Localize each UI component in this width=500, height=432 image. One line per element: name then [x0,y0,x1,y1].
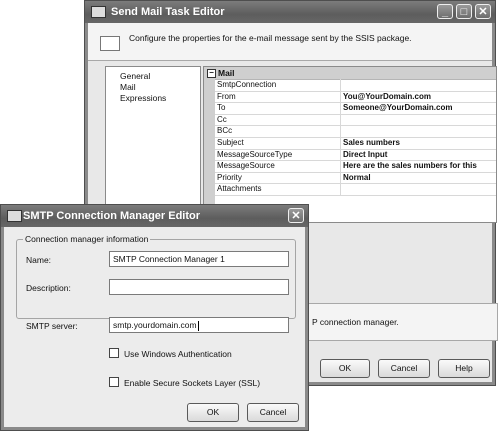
property-name: Priority [217,172,242,182]
collapse-icon[interactable]: − [207,69,216,78]
property-value[interactable]: Direct Input [343,150,387,159]
smtp-server-value: smtp.yourdomain.com [113,320,197,330]
help-button[interactable]: Help [438,359,490,378]
nav-item-general[interactable]: General [120,71,150,81]
property-name: SmtpConnection [217,80,277,89]
name-label: Name: [26,255,52,265]
group-label: Connection manager information [23,234,151,244]
title-bar[interactable]: SMTP Connection Manager Editor ✕ [1,205,308,227]
property-value[interactable]: Sales numbers [343,138,400,147]
name-field[interactable]: SMTP Connection Manager 1 [109,251,289,267]
property-name: To [217,103,226,113]
title-bar[interactable]: Send Mail Task Editor _ □ ✕ [85,1,495,23]
nav-item-mail[interactable]: Mail [120,82,136,92]
description-label: Description: [26,283,71,293]
window-title: Send Mail Task Editor [111,6,225,18]
property-name: Attachments [217,184,262,194]
property-name: Subject [217,138,244,147]
category-label: Mail [218,68,235,78]
nav-item-expressions[interactable]: Expressions [120,93,166,103]
property-description-text: P connection manager. [312,317,399,327]
ok-button[interactable]: OK [187,403,239,422]
ok-button[interactable]: OK [320,359,370,378]
ssl-label[interactable]: Enable Secure Sockets Layer (SSL) [124,378,260,388]
grid-gutter [204,79,215,222]
smtp-server-field[interactable]: smtp.yourdomain.com [109,317,289,333]
property-value[interactable]: Someone@YourDomain.com [343,103,452,112]
text-cursor [197,320,199,331]
ssl-checkbox[interactable] [109,377,119,387]
window-icon [91,6,106,18]
windows-auth-checkbox[interactable] [109,348,119,358]
property-value[interactable]: You@YourDomain.com [343,92,431,101]
property-grid: − Mail SmtpConnection From You@YourDomai… [203,66,497,223]
cancel-button[interactable]: Cancel [378,359,430,378]
property-name: BCc [217,126,233,136]
window-title: SMTP Connection Manager Editor [23,210,201,222]
mail-task-icon [100,36,120,51]
property-value[interactable]: Normal [343,173,371,182]
property-name: Cc [217,114,227,124]
property-name: From [217,91,236,101]
smtp-server-label: SMTP server: [26,321,78,331]
windows-auth-label[interactable]: Use Windows Authentication [124,349,232,359]
cancel-button[interactable]: Cancel [247,403,299,422]
close-button[interactable]: ✕ [288,208,304,223]
navigation-pane: General Mail Expressions [105,66,201,223]
property-name: MessageSourceType [217,149,293,159]
property-description-area: P connection manager. [308,303,498,341]
header-text: Configure the properties for the e-mail … [129,33,412,43]
description-field[interactable] [109,279,289,295]
property-value[interactable]: Here are the sales numbers for this [343,161,477,170]
dialog-client-area: Connection manager information Name: SMT… [4,227,305,427]
header-area: Configure the properties for the e-mail … [88,23,492,61]
property-row-attachments[interactable]: Attachments [215,183,496,196]
smtp-connection-manager-editor-window: SMTP Connection Manager Editor ✕ Connect… [0,204,309,431]
minimize-button[interactable]: _ [437,4,453,19]
window-icon [7,210,22,222]
close-button[interactable]: ✕ [475,4,491,19]
property-name: MessageSource [217,161,275,171]
maximize-button[interactable]: □ [456,4,472,19]
